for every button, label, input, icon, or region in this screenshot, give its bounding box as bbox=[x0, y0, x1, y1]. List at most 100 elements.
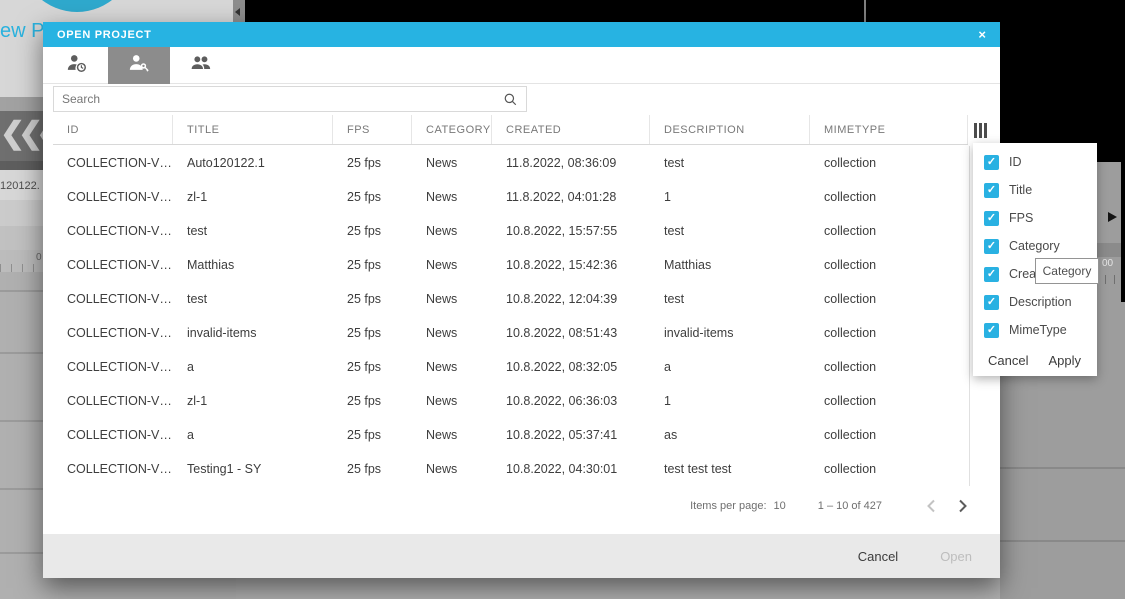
cell-mimetype: collection bbox=[824, 462, 877, 476]
cell-category: News bbox=[426, 462, 458, 476]
tab-my-projects[interactable] bbox=[108, 47, 170, 84]
table-row[interactable]: COLLECTION-V… a 25 fps News 10.8.2022, 08:32… bbox=[53, 350, 968, 384]
cell-created: 10.8.2022, 08:51:43 bbox=[506, 326, 618, 340]
cell-created: 10.8.2022, 06:36:03 bbox=[506, 394, 618, 408]
cell-id: COLLECTION-V… bbox=[67, 326, 172, 340]
column-option-description[interactable]: Description bbox=[973, 288, 1097, 316]
people-icon bbox=[190, 52, 212, 79]
checkbox-checked-icon[interactable] bbox=[984, 182, 999, 198]
table-row[interactable]: COLLECTION-V… invalid-items 25 fps News 10.8… bbox=[53, 316, 968, 350]
cell-created: 10.8.2022, 08:32:05 bbox=[506, 360, 618, 374]
cell-description: test test test bbox=[664, 462, 732, 476]
items-per-page-value[interactable]: 10 bbox=[774, 500, 786, 512]
cell-description: test bbox=[664, 156, 685, 170]
cell-id: COLLECTION-V… bbox=[67, 224, 172, 238]
cell-category: News bbox=[426, 190, 458, 204]
cell-fps: 25 fps bbox=[347, 156, 382, 170]
project-tabs bbox=[43, 47, 1000, 84]
checkbox-checked-icon[interactable] bbox=[984, 210, 999, 226]
cell-created: 10.8.2022, 12:04:39 bbox=[506, 292, 618, 306]
cell-description: test bbox=[664, 292, 685, 306]
column-header-fps[interactable]: FPS bbox=[333, 115, 412, 144]
cell-fps: 25 fps bbox=[347, 462, 382, 476]
cell-fps: 25 fps bbox=[347, 428, 382, 442]
ruler-mark: 0 bbox=[36, 252, 42, 263]
cell-id: COLLECTION-V… bbox=[67, 394, 172, 408]
column-option-label: Description bbox=[1009, 295, 1072, 309]
column-option-category[interactable]: Category bbox=[973, 232, 1097, 260]
column-header-description[interactable]: DESCRIPTION bbox=[650, 115, 810, 144]
cell-category: News bbox=[426, 292, 458, 306]
table-scrollbar[interactable] bbox=[969, 146, 970, 486]
cell-category: News bbox=[426, 156, 458, 170]
column-option-mimetype[interactable]: MimeType bbox=[973, 316, 1097, 344]
cell-id: COLLECTION-V… bbox=[67, 190, 172, 204]
bar bbox=[979, 123, 982, 138]
table-row[interactable]: COLLECTION-V… Auto120122.1 25 fps News 11.8.… bbox=[53, 146, 968, 180]
cell-title: test bbox=[187, 292, 208, 306]
tab-recent-projects[interactable] bbox=[46, 47, 108, 84]
column-option-fps[interactable]: FPS bbox=[973, 204, 1097, 232]
logo-circle bbox=[20, 0, 134, 12]
next-page-icon[interactable] bbox=[958, 499, 968, 513]
table-row[interactable]: COLLECTION-V… zl-1 25 fps News 10.8.2022, 06… bbox=[53, 384, 968, 418]
column-menu-cancel-button[interactable]: Cancel bbox=[988, 353, 1028, 368]
cell-description: 1 bbox=[664, 190, 671, 204]
cell-title: invalid-items bbox=[187, 326, 257, 340]
close-icon[interactable]: × bbox=[978, 28, 986, 41]
ruler-mark: 00 bbox=[1102, 258, 1114, 269]
track-divider bbox=[1000, 540, 1125, 542]
cell-id: COLLECTION-V… bbox=[67, 156, 172, 170]
column-header-mimetype[interactable]: MIMETYPE bbox=[810, 115, 968, 144]
person-clock-icon bbox=[66, 52, 88, 79]
column-header-id[interactable]: ID bbox=[53, 115, 173, 144]
collapse-arrow-icon bbox=[235, 8, 240, 16]
cell-description: invalid-items bbox=[664, 326, 734, 340]
cell-mimetype: collection bbox=[824, 428, 877, 442]
cell-created: 10.8.2022, 04:30:01 bbox=[506, 462, 618, 476]
table-row[interactable]: COLLECTION-V… test 25 fps News 10.8.2022, 12… bbox=[53, 282, 968, 316]
search-input[interactable] bbox=[54, 91, 503, 107]
checkbox-checked-icon[interactable] bbox=[984, 154, 999, 170]
checkbox-checked-icon[interactable] bbox=[984, 322, 999, 338]
open-button-disabled[interactable]: Open bbox=[940, 549, 972, 564]
table-row[interactable]: COLLECTION-V… Testing1 - SY 25 fps News 10.8… bbox=[53, 452, 968, 486]
table-header-row: ID TITLE FPS CATEGORY CREATED DESCRIPTION MIME… bbox=[53, 115, 968, 145]
checkbox-checked-icon[interactable] bbox=[984, 266, 999, 282]
paginator: Items per page: 10 1 – 10 of 427 bbox=[43, 486, 1000, 526]
track-divider bbox=[1000, 467, 1125, 469]
table-row[interactable]: COLLECTION-V… zl-1 25 fps News 11.8.2022, 04… bbox=[53, 180, 968, 214]
checkbox-checked-icon[interactable] bbox=[984, 294, 999, 310]
cancel-button[interactable]: Cancel bbox=[858, 549, 898, 564]
cell-mimetype: collection bbox=[824, 190, 877, 204]
checkbox-checked-icon[interactable] bbox=[984, 238, 999, 254]
table-row[interactable]: COLLECTION-V… Matthias 25 fps News 10.8.2022… bbox=[53, 248, 968, 282]
cell-mimetype: collection bbox=[824, 360, 877, 374]
column-menu-apply-button[interactable]: Apply bbox=[1048, 353, 1081, 368]
column-option-label: FPS bbox=[1009, 211, 1034, 225]
column-header-created[interactable]: CREATED bbox=[492, 115, 650, 144]
cell-id: COLLECTION-V… bbox=[67, 428, 172, 442]
cell-mimetype: collection bbox=[824, 156, 877, 170]
video-monitor-area bbox=[1000, 0, 1125, 162]
cell-id: COLLECTION-V… bbox=[67, 360, 172, 374]
cell-mimetype: collection bbox=[824, 292, 877, 306]
table-row[interactable]: COLLECTION-V… a 25 fps News 10.8.2022, 05:37… bbox=[53, 418, 968, 452]
cell-created: 11.8.2022, 08:36:09 bbox=[506, 156, 617, 170]
column-chooser-icon[interactable] bbox=[974, 123, 992, 139]
column-header-title[interactable]: TITLE bbox=[173, 115, 333, 144]
cell-created: 10.8.2022, 15:57:55 bbox=[506, 224, 618, 238]
dialog-footer: Cancel Open bbox=[43, 534, 1000, 578]
previous-page-icon[interactable] bbox=[926, 499, 936, 513]
column-option-title[interactable]: Title bbox=[973, 176, 1097, 204]
paginator-range: 1 – 10 of 427 bbox=[817, 500, 882, 512]
column-option-id[interactable]: ID bbox=[973, 148, 1097, 176]
column-header-category[interactable]: CATEGORY bbox=[412, 115, 492, 144]
cell-mimetype: collection bbox=[824, 224, 877, 238]
cell-category: News bbox=[426, 360, 458, 374]
cell-fps: 25 fps bbox=[347, 258, 382, 272]
tab-group-projects[interactable] bbox=[170, 47, 232, 84]
cell-title: zl-1 bbox=[187, 190, 208, 204]
cell-category: News bbox=[426, 394, 458, 408]
table-row[interactable]: COLLECTION-V… test 25 fps News 10.8.2022, 15… bbox=[53, 214, 968, 248]
